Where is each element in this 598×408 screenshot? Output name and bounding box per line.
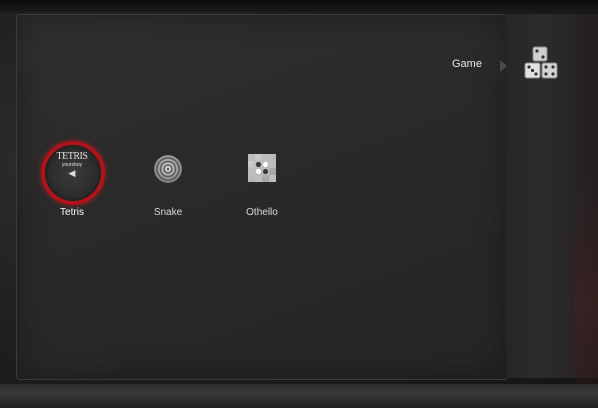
bottom-bezel bbox=[0, 384, 598, 408]
tetris-logo-mark: ◀ bbox=[68, 168, 76, 178]
game-item-snake[interactable]: Snake bbox=[133, 139, 203, 218]
game-label-snake: Snake bbox=[153, 207, 183, 218]
checker-board-icon bbox=[248, 154, 276, 182]
dice-icon bbox=[524, 46, 558, 79]
snake-icon-wrap bbox=[135, 139, 201, 205]
top-bezel bbox=[0, 0, 598, 12]
section-title: Game bbox=[452, 58, 482, 70]
sidebar-glow bbox=[574, 174, 598, 394]
game-item-othello[interactable]: Othello bbox=[227, 139, 297, 218]
tetris-logo-icon: TETRIS yoursboy ◀ bbox=[51, 152, 93, 192]
game-label-tetris: Tetris bbox=[60, 207, 84, 218]
game-item-tetris[interactable]: TETRIS yoursboy ◀ Tetris bbox=[37, 139, 107, 218]
game-label-othello: Othello bbox=[246, 207, 278, 218]
main-panel: TETRIS yoursboy ◀ Tetris Snake Othello bbox=[16, 14, 508, 380]
othello-icon-wrap bbox=[229, 139, 295, 205]
spiral-icon bbox=[154, 155, 182, 183]
chevron-right-icon bbox=[500, 60, 507, 72]
tetris-icon-wrap: TETRIS yoursboy ◀ bbox=[39, 139, 105, 205]
tetris-logo-text: TETRIS bbox=[56, 151, 88, 162]
